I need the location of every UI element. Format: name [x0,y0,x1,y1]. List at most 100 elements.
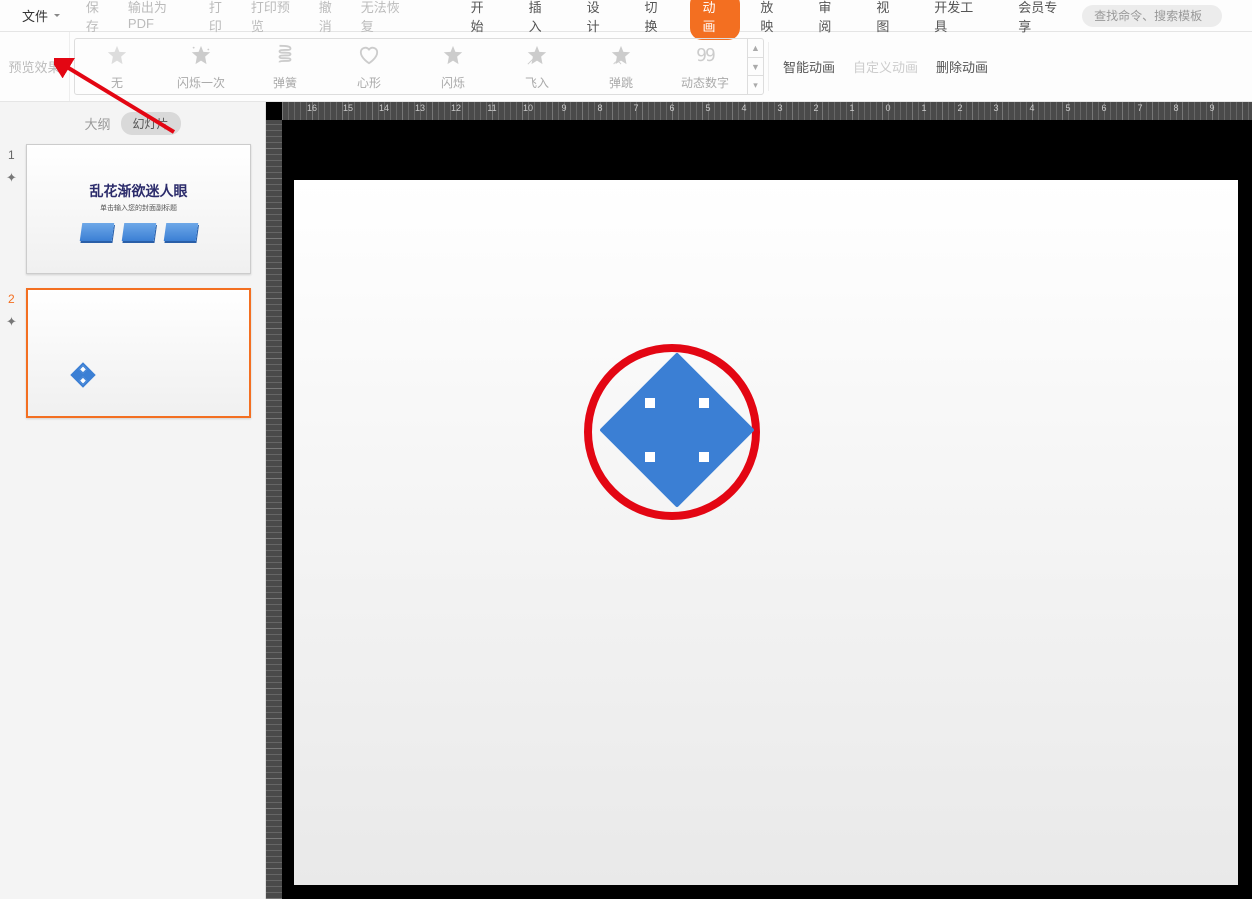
smart-animation-button[interactable]: 智能动画 [783,57,835,76]
spinner-more[interactable]: ▾ [748,76,763,94]
heart-icon [356,42,382,68]
shape-quad-arrow[interactable] [622,375,732,485]
tab-home[interactable]: 开始 [459,0,509,40]
delete-animation-button[interactable]: 删除动画 [936,57,988,76]
ruler-number: 8 [597,103,602,113]
spinner-down[interactable]: ▼ [748,58,763,77]
ruler-number: 7 [1137,103,1142,113]
horizontal-ruler: 16 15 14 13 12 11 10 9 8 7 6 5 4 3 2 1 0… [282,102,1252,120]
gallery-item-flyin[interactable]: 飞入 [495,42,579,91]
thumb-subtitle: 单击输入您的封面副标题 [27,203,250,213]
animation-gallery: 无 闪烁一次 弹簧 心形 闪烁 飞入 弹跳 99 动态数字 [74,38,764,95]
search-box[interactable]: 查找命令、搜索模板 [1082,5,1222,27]
preview-effect-button[interactable]: 预览效果 [0,32,70,101]
spring-icon [272,42,298,68]
slide-canvas[interactable] [294,180,1238,885]
tab-design[interactable]: 设计 [575,0,625,40]
qat-redo[interactable]: 无法恢复 [355,0,419,39]
ruler-number: 9 [561,103,566,113]
ruler-number: 7 [633,103,638,113]
ruler-number: 2 [957,103,962,113]
ruler-number: 9 [1209,103,1214,113]
star-none-icon [104,42,130,68]
outline-tab[interactable]: 大纲 [84,114,110,133]
ruler-number: 13 [415,103,425,113]
animation-star-icon: ✦ [6,314,17,330]
star-sparkle-icon [440,42,466,68]
gallery-label: 闪烁一次 [177,74,225,91]
gallery-label: 无 [111,74,123,91]
menubar: 文件 保存 输出为PDF 打印 打印预览 撤消 无法恢复 开始 插入 设计 切换… [0,0,1252,32]
thumb-shape-arrows [70,362,95,387]
gallery-spinner[interactable]: ▲ ▼ ▾ [747,39,763,94]
gallery-item-flash-once[interactable]: 闪烁一次 [159,42,243,91]
file-menu[interactable]: 文件 [0,0,70,31]
panel-tabs: 大纲 幻灯片 [0,108,265,138]
qat-undo[interactable]: 撤消 [313,0,351,39]
vertical-ruler [266,120,282,899]
star-bounce-icon [608,42,634,68]
tab-animation[interactable]: 动画 [690,0,740,40]
ruler-number: 16 [307,103,317,113]
slide-number: 2 [8,292,15,306]
workspace: 大纲 幻灯片 1 ✦ 乱花渐欲迷人眼 单击输入您的封面副标题 2 ✦ [0,102,1252,899]
ruler-number: 11 [487,103,496,113]
gallery-item-bounce[interactable]: 弹跳 [579,42,663,91]
ruler-number: 10 [523,103,533,113]
custom-animation-button[interactable]: 自定义动画 [853,57,918,76]
ruler-number: 3 [777,103,782,113]
gallery-item-flash[interactable]: 闪烁 [411,42,495,91]
ruler-number: 5 [1065,103,1070,113]
tab-transition[interactable]: 切换 [633,0,683,40]
gallery-item-heart[interactable]: 心形 [327,42,411,91]
thumbnail-2[interactable]: 2 ✦ [26,288,259,418]
resize-handle[interactable] [644,397,656,409]
animation-star-icon: ✦ [6,170,17,186]
ruler-number: 14 [379,103,389,113]
star-flash-icon [188,42,214,68]
num99-icon: 99 [692,42,718,68]
slide-panel: 大纲 幻灯片 1 ✦ 乱花渐欲迷人眼 单击输入您的封面副标题 2 ✦ [0,102,266,899]
ruler-number: 8 [1173,103,1178,113]
ruler-number: 6 [1101,103,1106,113]
resize-handle[interactable] [644,451,656,463]
gallery-label: 弹跳 [609,74,633,91]
gallery-label: 弹簧 [273,74,297,91]
ruler-number: 6 [669,103,674,113]
ribbon-right-group: 智能动画 自定义动画 删除动画 [769,32,1002,101]
ruler-number: 4 [741,103,746,113]
gallery-item-none[interactable]: 无 [75,42,159,91]
spinner-up[interactable]: ▲ [748,39,763,58]
gallery-label: 闪烁 [441,74,465,91]
ruler-number: 1 [849,103,854,113]
resize-handle[interactable] [698,397,710,409]
qat-print[interactable]: 打印 [203,0,241,39]
qat-save[interactable]: 保存 [80,0,118,39]
ruler-number: 15 [343,103,353,113]
gallery-label: 心形 [357,74,381,91]
qat-print-preview[interactable]: 打印预览 [245,0,309,39]
ruler-number: 1 [921,103,926,113]
slide-number: 1 [8,148,15,162]
quick-access-toolbar: 保存 输出为PDF 打印 打印预览 撤消 无法恢复 [80,0,419,39]
qat-export-pdf[interactable]: 输出为PDF [122,0,199,39]
tab-member[interactable]: 会员专享 [1006,0,1082,40]
star-fly-icon [524,42,550,68]
resize-handle[interactable] [698,451,710,463]
gallery-item-spring[interactable]: 弹簧 [243,42,327,91]
ribbon: 预览效果 无 闪烁一次 弹簧 心形 闪烁 飞入 弹跳 [0,32,1252,102]
gallery-label: 飞入 [525,74,549,91]
thumbnail-1[interactable]: 1 ✦ 乱花渐欲迷人眼 单击输入您的封面副标题 [26,144,259,274]
slides-tab[interactable]: 幻灯片 [121,112,181,135]
ruler-number: 3 [993,103,998,113]
tab-insert[interactable]: 插入 [517,0,567,40]
ruler-number: 12 [451,103,461,113]
canvas-area: 16 15 14 13 12 11 10 9 8 7 6 5 4 3 2 1 0… [266,102,1252,899]
thumbnails: 1 ✦ 乱花渐欲迷人眼 单击输入您的封面副标题 2 ✦ [0,138,265,438]
ruler-number: 4 [1029,103,1034,113]
thumb-title: 乱花渐欲迷人眼 [27,181,250,201]
gallery-item-dynamic-number[interactable]: 99 动态数字 [663,42,747,91]
ruler-number: 5 [705,103,710,113]
ruler-number: 2 [813,103,818,113]
thumb-shapes [27,223,250,241]
